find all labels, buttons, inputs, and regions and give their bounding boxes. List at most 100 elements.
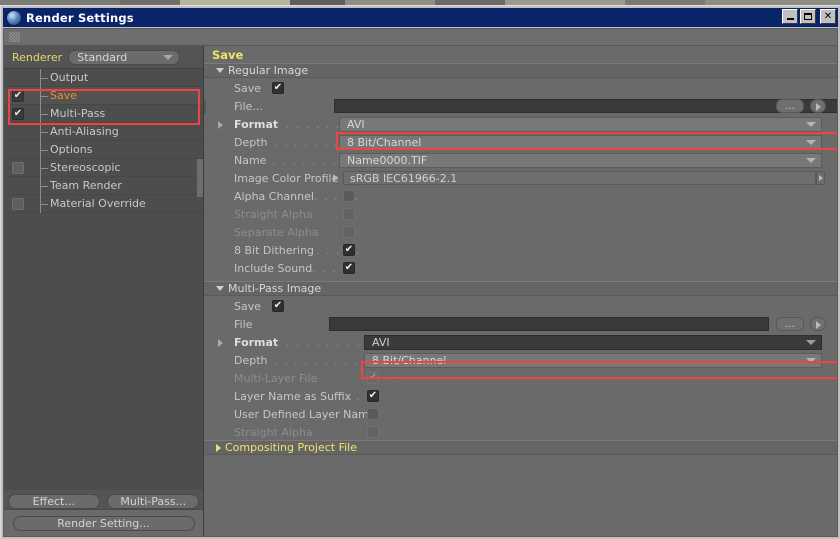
multi-layer-file-label: Multi-Layer File [234,372,318,385]
effect-button[interactable]: Effect... [7,493,100,509]
chevron-down-icon [806,340,816,345]
tree-item-save[interactable]: ✔ Save [4,87,203,105]
render-setting-button[interactable]: Render Setting... [12,515,195,531]
tree-item-label: Anti-Aliasing [50,125,119,138]
close-icon: ✕ [823,10,833,22]
regular-format-label: Format [234,118,279,131]
row-regular-depth: Depth . . . . . . . . . . . 8 Bit/Channe… [204,134,837,151]
separate-alpha-label: Separate Alpha [234,226,319,239]
expand-right-icon[interactable] [218,121,223,129]
regular-color-profile-value[interactable]: sRGB IEC61966-2.1 [343,171,816,185]
multipass-straight-alpha-dots: . . . . . . . . . [315,426,400,439]
tree-item-label: Multi-Pass [50,107,106,120]
left-pane: Renderer Standard Output ✔ Save ✔ Multi-… [4,46,204,536]
tree-branch-icon [40,177,48,195]
row-straight-alpha: Straight Alpha . . . . . [204,206,837,223]
straight-alpha-checkbox [343,208,355,220]
regular-file-arrow-button[interactable] [810,99,826,113]
multipass-file-input[interactable] [329,317,769,331]
multipass-format-label: Format [234,336,279,349]
tree-item-label: Save [50,89,78,102]
group-header-label: Multi-Pass Image [228,282,322,295]
tree-checkbox-multi-pass[interactable]: ✔ [12,108,24,120]
row-regular-save: Save ✔ [204,80,837,97]
cinema4d-orb-icon [6,9,22,26]
tree-item-multi-pass[interactable]: ✔ Multi-Pass [4,105,203,123]
renderer-value: Standard [77,50,128,64]
tree-item-label: Material Override [50,197,146,210]
group-header-label: Compositing Project File [225,441,357,454]
multipass-depth-label: Depth [234,354,268,367]
tree-item-label: Stereoscopic [50,161,121,174]
screenshot-root: Render Settings ✕ Renderer Standard Outp… [0,0,840,539]
regular-name-dropdown[interactable]: Name0000.TIF [339,153,822,168]
row-alpha-channel: Alpha Channel . . . . . [204,188,837,205]
row-regular-name: Name . . . . . . . . . . . . Name0000.TI… [204,152,837,169]
regular-format-dropdown[interactable]: AVI [339,117,822,132]
expand-right-icon[interactable] [218,339,223,347]
regular-format-value: AVI [347,118,365,131]
multi-layer-file-checkbox: ✔ [367,372,379,384]
tree-item-output[interactable]: Output [4,69,203,87]
multipass-format-dropdown[interactable]: AVI [364,335,822,350]
tree-item-anti-aliasing[interactable]: Anti-Aliasing [4,123,203,141]
multipass-depth-value: 8 Bit/Channel [372,354,447,367]
renderer-dropdown[interactable]: Standard [68,49,181,65]
multipass-save-label: Save [234,300,262,313]
layer-name-suffix-checkbox[interactable]: ✔ [367,390,379,402]
multi-pass-button[interactable]: Multi-Pass... [107,493,200,509]
row-regular-file: File... [204,98,837,115]
regular-image-body: Save ✔ File... ... Format . . . . . . . … [204,78,837,275]
maximize-icon [804,13,812,20]
multipass-save-checkbox[interactable]: ✔ [272,300,284,312]
include-sound-checkbox[interactable]: ✔ [343,262,355,274]
multipass-file-arrow-button[interactable] [810,317,826,331]
multipass-format-value: AVI [372,336,390,349]
color-profile-arrow-button[interactable] [816,171,825,185]
alpha-channel-checkbox[interactable] [343,190,355,202]
row-separate-alpha: Separate Alpha . . . . [204,224,837,241]
row-user-defined-layer-name: User Defined Layer Name [204,406,837,423]
regular-depth-value: 8 Bit/Channel [347,136,422,149]
minimize-button[interactable] [782,9,798,24]
tree-branch-icon [40,159,48,177]
tree-item-label: Team Render [50,179,122,192]
regular-name-label: Name [234,154,267,167]
tree-checkbox-stereoscopic[interactable] [12,162,24,174]
window-controls: ✕ [782,9,836,24]
tree-item-stereoscopic[interactable]: Stereoscopic [4,159,203,177]
regular-depth-dropdown[interactable]: 8 Bit/Channel [339,135,822,150]
regular-file-input[interactable] [334,99,837,113]
tree-scrollbar[interactable] [197,159,203,197]
chevron-down-icon [806,358,816,363]
tree-item-team-render[interactable]: Team Render [4,177,203,195]
close-button[interactable]: ✕ [820,9,836,24]
row-multipass-format: Format . . . . . . . . . . . . . AVI [204,334,837,351]
maximize-button[interactable] [800,9,816,24]
tree-item-material-override[interactable]: Material Override [4,195,203,213]
group-header-compositing-project-file[interactable]: Compositing Project File [204,440,837,455]
dithering-checkbox[interactable]: ✔ [343,244,355,256]
toolbar-grip-row [4,29,837,46]
group-header-regular-image[interactable]: Regular Image [204,63,837,78]
row-regular-color-profile: Image Color Profile sRGB IEC61966-2.1 [204,170,837,187]
window-title: Render Settings [26,10,134,25]
window-titlebar[interactable]: Render Settings ✕ [3,8,838,27]
tree-checkbox-save[interactable]: ✔ [12,90,24,102]
drag-grip-icon[interactable] [9,32,20,42]
group-header-multipass-image[interactable]: Multi-Pass Image [204,281,837,296]
renderer-label: Renderer [12,50,63,64]
multipass-depth-dropdown[interactable]: 8 Bit/Channel [364,353,822,368]
user-defined-layer-name-checkbox[interactable] [367,408,379,420]
tree-checkbox-material-override[interactable] [12,198,24,210]
tree-branch-icon [40,69,48,87]
tree-item-options[interactable]: Options [4,141,203,159]
regular-file-browse-button[interactable]: ... [776,99,804,113]
multipass-file-browse-button[interactable]: ... [776,317,804,331]
regular-save-checkbox[interactable]: ✔ [272,82,284,94]
page-title: Save [204,46,837,63]
alpha-channel-label: Alpha Channel [234,190,314,203]
expand-right-icon[interactable] [333,174,338,182]
regular-color-profile-label: Image Color Profile [234,172,339,185]
regular-save-label: Save [234,82,262,95]
